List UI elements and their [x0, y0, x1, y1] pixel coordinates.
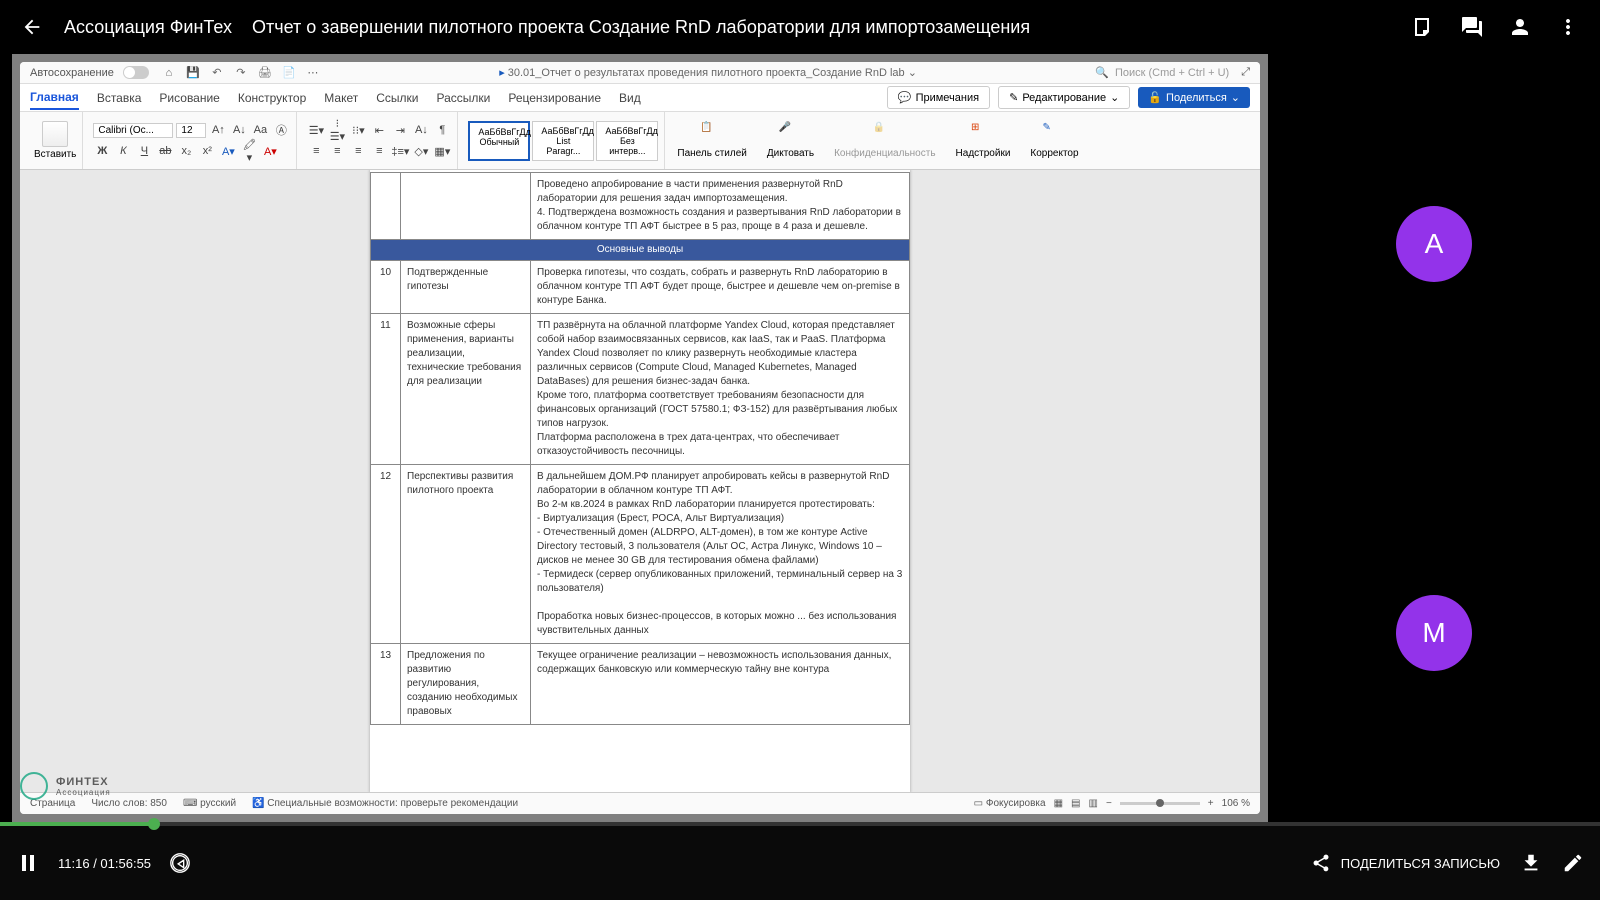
view-icon[interactable]: ▥: [1089, 798, 1098, 809]
corrector-button[interactable]: ✎Корректор: [1022, 122, 1086, 159]
bold-button[interactable]: Ж: [93, 142, 111, 160]
change-case-icon[interactable]: Aa: [251, 121, 269, 139]
view-icon[interactable]: ▤: [1071, 798, 1080, 809]
show-marks-button[interactable]: ¶: [433, 121, 451, 139]
bullets-button[interactable]: ☰▾: [307, 121, 325, 139]
clear-format-icon[interactable]: Ⓐ: [272, 121, 290, 139]
redo-icon[interactable]: ↷: [233, 65, 249, 81]
progress-bar[interactable]: [0, 822, 1600, 826]
print-icon[interactable]: 🖨: [257, 65, 273, 81]
table-row: 11Возможные сферы применения, варианты р…: [371, 314, 910, 465]
strike-button[interactable]: ab: [156, 142, 174, 160]
chat-icon[interactable]: [1460, 15, 1484, 39]
font-color-button[interactable]: A▾: [219, 142, 237, 160]
notes-button[interactable]: 💬 Примечания: [887, 86, 990, 109]
style-normal[interactable]: АаБбВвГгДдОбычный: [468, 121, 530, 161]
tab-design[interactable]: Конструктор: [238, 87, 306, 109]
align-left-button[interactable]: ≡: [307, 142, 325, 160]
tab-draw[interactable]: Рисование: [159, 87, 219, 109]
zoom-out-icon[interactable]: −: [1106, 798, 1112, 809]
status-accessibility[interactable]: ♿ Специальные возможности: проверьте рек…: [252, 798, 518, 809]
notes-icon[interactable]: [1412, 15, 1436, 39]
page-title: Отчет о завершении пилотного проекта Соз…: [252, 17, 1030, 38]
playback-time: 11:16 / 01:56:55: [58, 856, 151, 871]
user-icon[interactable]: [1508, 15, 1532, 39]
doc-icon[interactable]: 📄: [281, 65, 297, 81]
table-row: 13Предложения по развитию регулирования,…: [371, 644, 910, 725]
table-row: 12Перспективы развития пилотного проекта…: [371, 465, 910, 644]
text-color-button[interactable]: A▾: [261, 142, 279, 160]
document-canvas[interactable]: Проведено апробирование в части применен…: [20, 170, 1260, 792]
italic-button[interactable]: К: [114, 142, 132, 160]
styles-panel-button[interactable]: 📋Панель стилей: [669, 122, 754, 159]
zoom-level[interactable]: 106 %: [1222, 798, 1250, 809]
subscript-button[interactable]: x₂: [177, 142, 195, 160]
home-icon[interactable]: ⌂: [161, 65, 177, 81]
share-button[interactable]: 🔓 Поделиться ⌄: [1138, 87, 1250, 108]
outdent-button[interactable]: ⇤: [370, 121, 388, 139]
org-name: Ассоциация ФинТех: [64, 17, 232, 38]
highlight-button[interactable]: 🖍▾: [240, 142, 258, 160]
tab-review[interactable]: Рецензирование: [508, 87, 601, 109]
tab-home[interactable]: Главная: [30, 86, 79, 110]
watermark: ФИНТЕХ Ассоциация: [20, 772, 111, 800]
style-list[interactable]: АаБбВвГгДдList Paragr...: [532, 121, 594, 161]
focus-button[interactable]: ▭ Фокусировка: [974, 798, 1046, 809]
dictate-button[interactable]: 🎤Диктовать: [759, 122, 822, 159]
view-icon[interactable]: ▦: [1054, 798, 1063, 809]
zoom-slider[interactable]: [1120, 802, 1200, 805]
expand-icon[interactable]: ⤢: [1241, 66, 1250, 79]
speed-icon[interactable]: [169, 852, 191, 874]
paste-button[interactable]: Вставить: [34, 121, 76, 160]
search-input[interactable]: 🔍Поиск (Cmd + Ctrl + U): [1095, 66, 1229, 79]
increase-font-icon[interactable]: A↑: [209, 121, 227, 139]
autosave-toggle[interactable]: Автосохранение: [30, 66, 149, 79]
ellipsis-icon[interactable]: ⋯: [305, 65, 321, 81]
tab-view[interactable]: Вид: [619, 87, 641, 109]
justify-button[interactable]: ≡: [370, 142, 388, 160]
participant-tile[interactable]: М: [1280, 443, 1588, 822]
zoom-in-icon[interactable]: +: [1208, 798, 1214, 809]
line-spacing-button[interactable]: ‡≡▾: [391, 142, 409, 160]
superscript-button[interactable]: x²: [198, 142, 216, 160]
decrease-font-icon[interactable]: A↓: [230, 121, 248, 139]
pause-button[interactable]: [16, 851, 40, 875]
shading-button[interactable]: ◇▾: [412, 142, 430, 160]
share-recording-button[interactable]: ПОДЕЛИТЬСЯ ЗАПИСЬЮ: [1311, 853, 1500, 873]
tab-mailings[interactable]: Рассылки: [437, 87, 491, 109]
tab-links[interactable]: Ссылки: [376, 87, 418, 109]
edit-mode-button[interactable]: ✎ Редактирование ⌄: [998, 86, 1130, 109]
table-row: 10Подтвержденные гипотезыПроверка гипоте…: [371, 261, 910, 314]
table-header: Основные выводы: [371, 240, 910, 261]
more-icon[interactable]: [1556, 15, 1580, 39]
align-right-button[interactable]: ≡: [349, 142, 367, 160]
style-nospace[interactable]: АаБбВвГгДдБез интерв...: [596, 121, 658, 161]
download-icon[interactable]: [1520, 852, 1542, 874]
edit-icon[interactable]: [1562, 852, 1584, 874]
font-select[interactable]: [93, 123, 173, 138]
align-center-button[interactable]: ≡: [328, 142, 346, 160]
undo-icon[interactable]: ↶: [209, 65, 225, 81]
status-lang[interactable]: ⌨ русский: [183, 798, 236, 809]
numbering-button[interactable]: ⁝☰▾: [328, 121, 346, 139]
back-button[interactable]: [20, 15, 44, 39]
addins-button[interactable]: ⊞Надстройки: [948, 122, 1019, 159]
document-name[interactable]: ▸ 30.01_Отчет о результатах проведения п…: [321, 66, 1095, 79]
underline-button[interactable]: Ч: [135, 142, 153, 160]
avatar: М: [1396, 595, 1472, 671]
tab-layout[interactable]: Макет: [324, 87, 358, 109]
save-icon[interactable]: 💾: [185, 65, 201, 81]
confidential-button[interactable]: 🔒Конфиденциальность: [826, 122, 943, 159]
sort-button[interactable]: A↓: [412, 121, 430, 139]
avatar: А: [1396, 206, 1472, 282]
participant-tile[interactable]: А: [1280, 54, 1588, 433]
indent-button[interactable]: ⇥: [391, 121, 409, 139]
multilevel-button[interactable]: ⁝⁝▾: [349, 121, 367, 139]
tab-insert[interactable]: Вставка: [97, 87, 142, 109]
borders-button[interactable]: ▦▾: [433, 142, 451, 160]
font-size-select[interactable]: [176, 123, 206, 138]
